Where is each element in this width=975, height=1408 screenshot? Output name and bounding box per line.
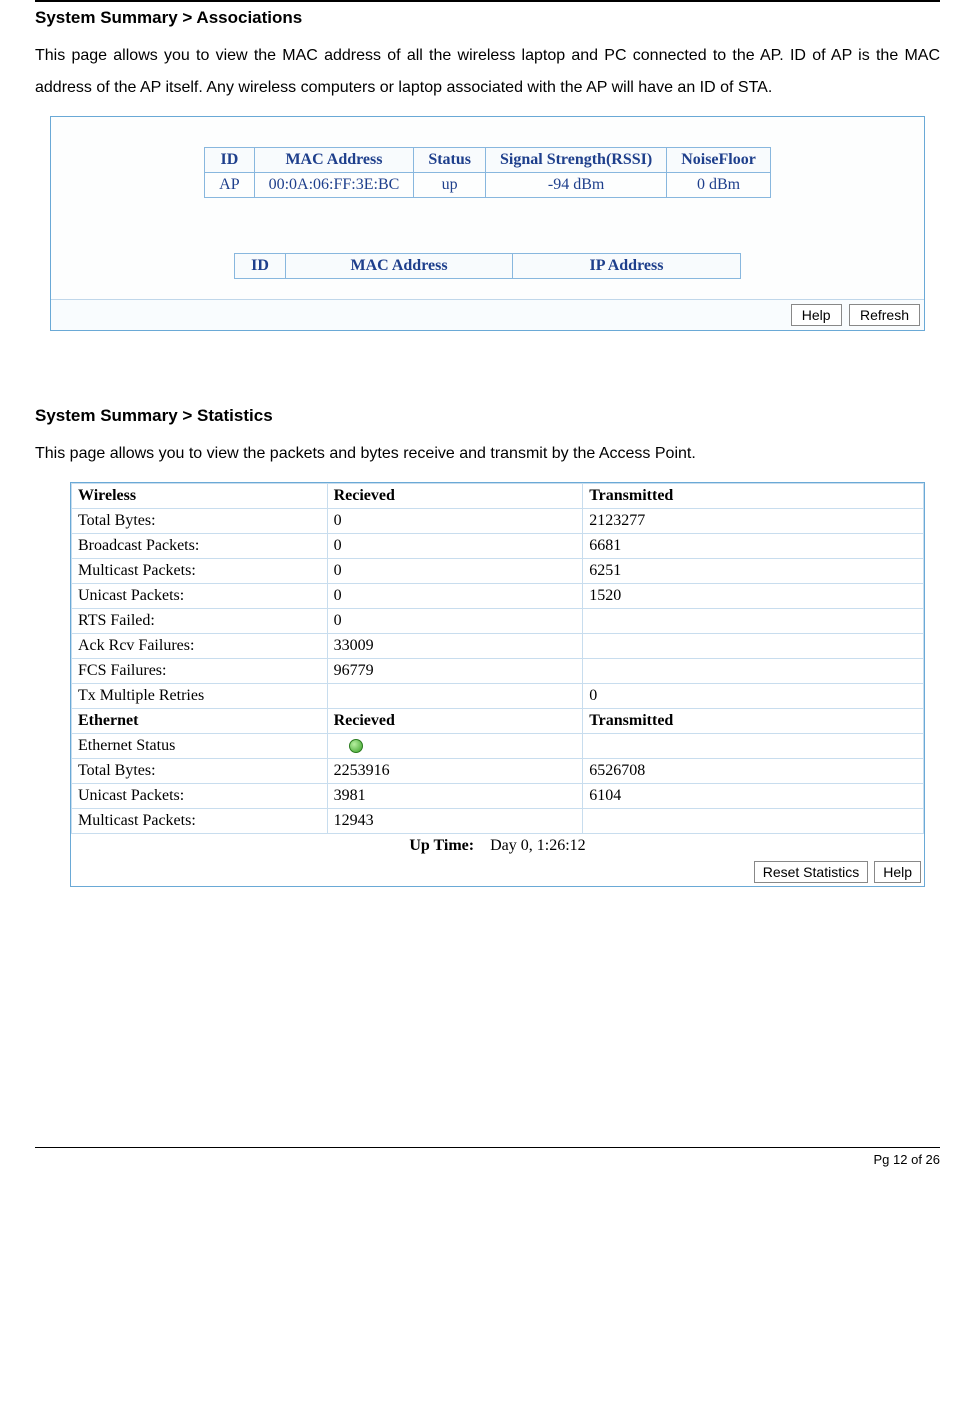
associations-table: ID MAC Address Status Signal Strength(RS… <box>204 147 771 198</box>
stat-tx: 1520 <box>583 584 924 609</box>
hdr-ethernet: Ethernet <box>72 709 328 734</box>
table-row: Total Bytes:22539166526708 <box>72 759 924 784</box>
stat-tx <box>583 734 924 759</box>
table-row: Ethernet Status <box>72 734 924 759</box>
associations-panel: ID MAC Address Status Signal Strength(RS… <box>50 116 925 331</box>
table-row: Multicast Packets:12943 <box>72 809 924 834</box>
stat-rx: 0 <box>327 534 583 559</box>
col-id: ID <box>205 148 254 173</box>
col-id: ID <box>235 254 286 279</box>
stat-tx: 6681 <box>583 534 924 559</box>
refresh-button[interactable]: Refresh <box>849 304 920 326</box>
uptime-value: Day 0, 1:26:12 <box>490 837 586 854</box>
cell-status: up <box>414 173 486 198</box>
stat-label: Total Bytes: <box>72 759 328 784</box>
page-footer: Pg 12 of 26 <box>35 1147 940 1167</box>
stat-tx <box>583 659 924 684</box>
stat-rx: 96779 <box>327 659 583 684</box>
stat-rx: 0 <box>327 609 583 634</box>
stat-label: Unicast Packets: <box>72 584 328 609</box>
hdr-received: Recieved <box>327 709 583 734</box>
clients-table: ID MAC Address IP Address <box>234 253 740 279</box>
table-row: FCS Failures:96779 <box>72 659 924 684</box>
stat-tx <box>583 609 924 634</box>
statistics-description: This page allows you to view the packets… <box>35 438 940 470</box>
stat-rx: 33009 <box>327 634 583 659</box>
stat-label: Ack Rcv Failures: <box>72 634 328 659</box>
stat-rx: 0 <box>327 509 583 534</box>
hdr-received: Recieved <box>327 484 583 509</box>
breadcrumb-associations: System Summary > Associations <box>35 8 940 28</box>
stat-tx: 2123277 <box>583 509 924 534</box>
statistics-panel: Wireless Recieved Transmitted Total Byte… <box>70 482 925 887</box>
stat-label: Multicast Packets: <box>72 559 328 584</box>
cell-mac: 00:0A:06:FF:3E:BC <box>254 173 414 198</box>
hdr-transmitted: Transmitted <box>583 484 924 509</box>
ethernet-status-label: Ethernet Status <box>72 734 328 759</box>
col-rssi: Signal Strength(RSSI) <box>486 148 667 173</box>
stat-rx: 2253916 <box>327 759 583 784</box>
cell-id: AP <box>205 173 254 198</box>
uptime-label: Up Time: <box>409 837 474 854</box>
table-row: AP 00:0A:06:FF:3E:BC up -94 dBm 0 dBm <box>205 173 771 198</box>
uptime-row: Up Time: Day 0, 1:26:12 <box>71 834 924 858</box>
stat-tx: 6526708 <box>583 759 924 784</box>
reset-statistics-button[interactable]: Reset Statistics <box>754 861 868 883</box>
stat-rx: 0 <box>327 559 583 584</box>
stat-rx: 0 <box>327 584 583 609</box>
table-row: Unicast Packets:39816104 <box>72 784 924 809</box>
col-noise: NoiseFloor <box>667 148 771 173</box>
cell-noise: 0 dBm <box>667 173 771 198</box>
associations-description: This page allows you to view the MAC add… <box>35 40 940 104</box>
stat-label: Multicast Packets: <box>72 809 328 834</box>
stat-tx: 6104 <box>583 784 924 809</box>
table-row: Multicast Packets:06251 <box>72 559 924 584</box>
stat-rx: 3981 <box>327 784 583 809</box>
stat-tx: 0 <box>583 684 924 709</box>
hdr-transmitted: Transmitted <box>583 709 924 734</box>
stat-tx: 6251 <box>583 559 924 584</box>
stat-label: Total Bytes: <box>72 509 328 534</box>
stat-label: Broadcast Packets: <box>72 534 328 559</box>
ethernet-header-row: Ethernet Recieved Transmitted <box>72 709 924 734</box>
table-row: Total Bytes:02123277 <box>72 509 924 534</box>
help-button[interactable]: Help <box>791 304 842 326</box>
col-mac: MAC Address <box>254 148 414 173</box>
col-ip: IP Address <box>513 254 740 279</box>
stat-tx <box>583 634 924 659</box>
table-row: Broadcast Packets:06681 <box>72 534 924 559</box>
statistics-table: Wireless Recieved Transmitted Total Byte… <box>71 483 924 834</box>
stat-label: RTS Failed: <box>72 609 328 634</box>
col-status: Status <box>414 148 486 173</box>
stat-label: Unicast Packets: <box>72 784 328 809</box>
table-row: Ack Rcv Failures:33009 <box>72 634 924 659</box>
table-row: Tx Multiple Retries 0 <box>72 684 924 709</box>
stat-rx <box>327 684 583 709</box>
ethernet-status-value <box>327 734 583 759</box>
stat-rx: 12943 <box>327 809 583 834</box>
hdr-wireless: Wireless <box>72 484 328 509</box>
wireless-header-row: Wireless Recieved Transmitted <box>72 484 924 509</box>
help-button[interactable]: Help <box>874 861 921 883</box>
table-row: RTS Failed:0 <box>72 609 924 634</box>
table-row: Unicast Packets:01520 <box>72 584 924 609</box>
stat-label: FCS Failures: <box>72 659 328 684</box>
stat-tx <box>583 809 924 834</box>
status-up-icon <box>349 739 363 753</box>
stat-label: Tx Multiple Retries <box>72 684 328 709</box>
col-mac: MAC Address <box>285 254 512 279</box>
breadcrumb-statistics: System Summary > Statistics <box>35 406 940 426</box>
cell-rssi: -94 dBm <box>486 173 667 198</box>
